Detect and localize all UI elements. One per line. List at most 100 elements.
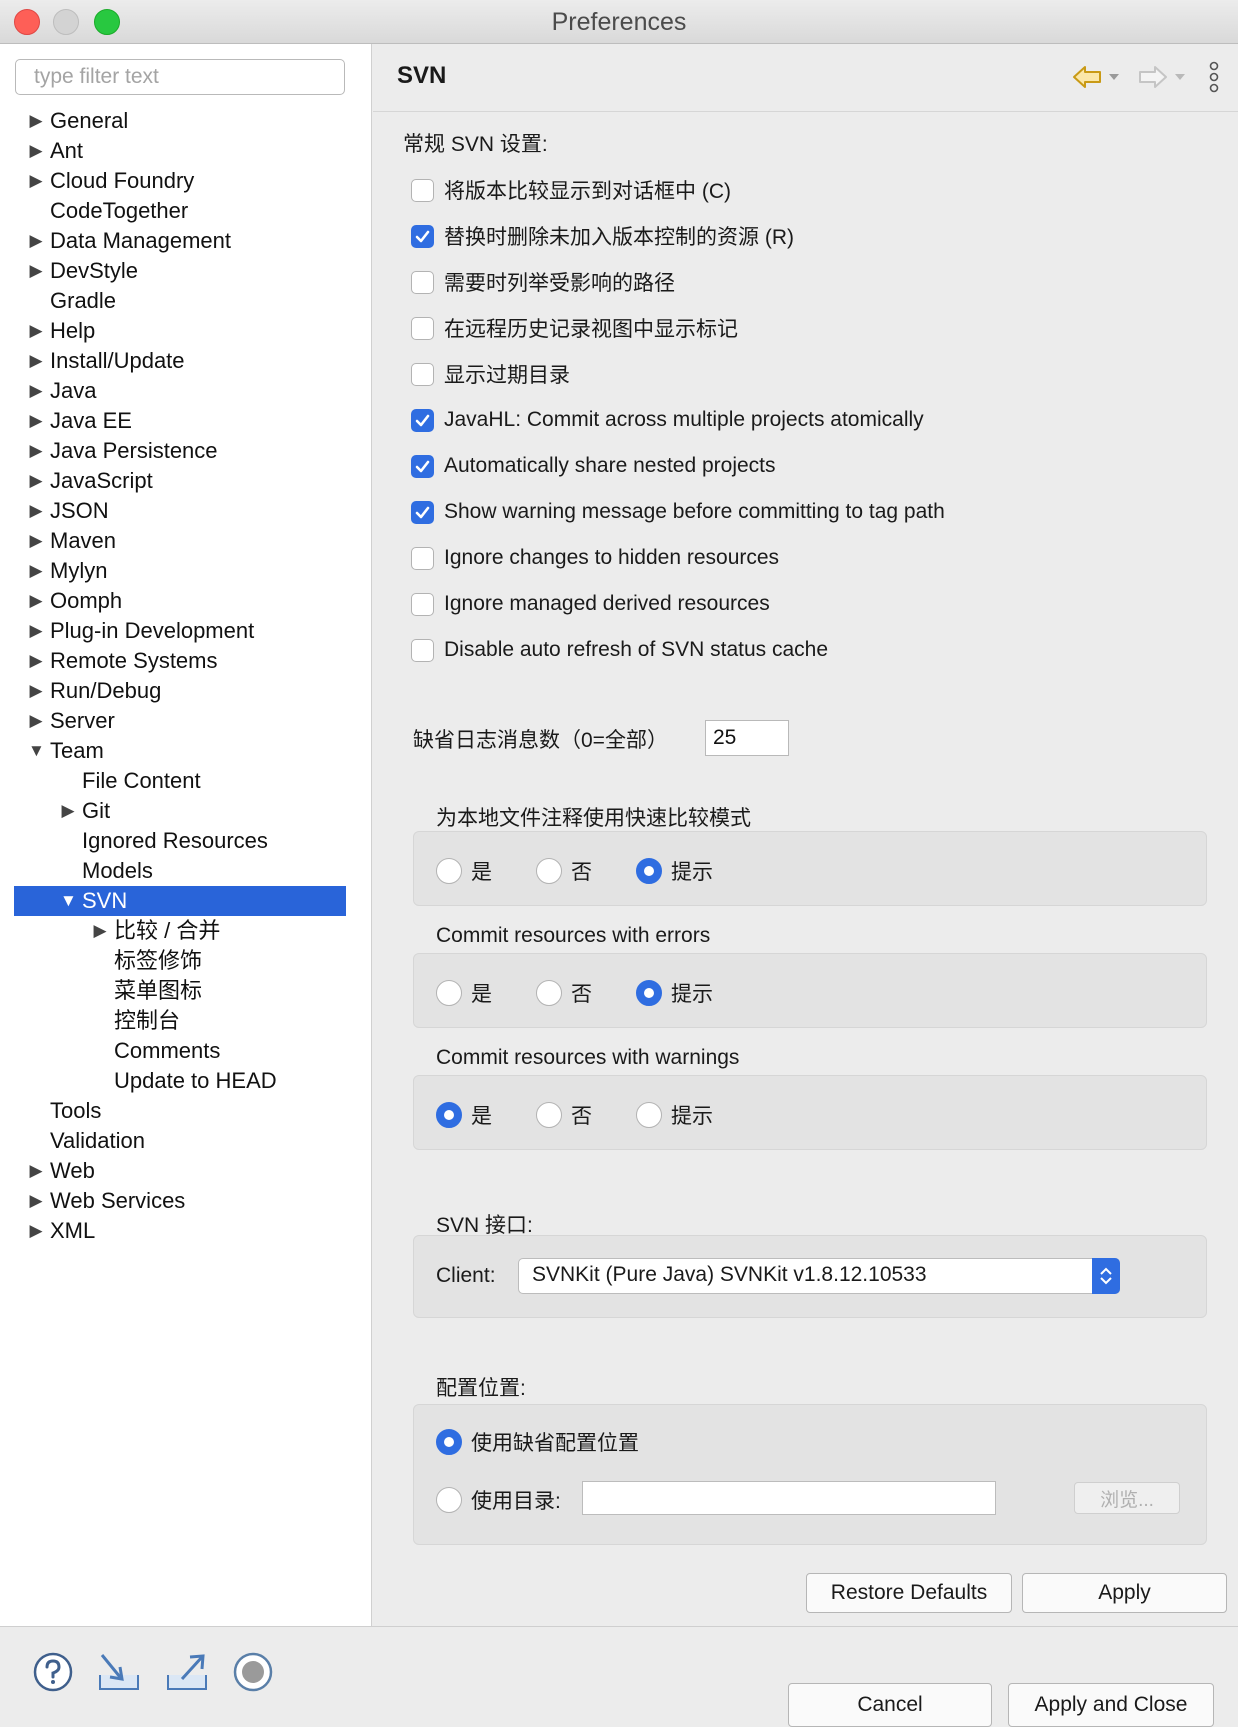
tree-item[interactable]: ▶ Remote Systems <box>14 646 346 676</box>
checkbox-option[interactable]: JavaHL: Commit across multiple projects … <box>411 405 924 435</box>
checkbox[interactable] <box>411 408 434 432</box>
help-icon[interactable] <box>32 1651 74 1699</box>
radio-option[interactable]: 否 <box>536 978 592 1008</box>
collapsed-arrow-icon[interactable]: ▶ <box>28 346 44 376</box>
checkbox[interactable] <box>411 316 434 340</box>
tree-item[interactable]: 菜单图标 <box>14 976 346 1006</box>
checkbox-option[interactable]: Show warning message before committing t… <box>411 497 945 527</box>
collapsed-arrow-icon[interactable]: ▶ <box>28 316 44 346</box>
radio-button[interactable] <box>536 1102 562 1128</box>
tree-item[interactable]: ▶ General <box>14 106 346 136</box>
tree-item[interactable]: ▶ Ant <box>14 136 346 166</box>
collapsed-arrow-icon[interactable]: ▶ <box>28 106 44 136</box>
directory-input[interactable] <box>582 1481 996 1515</box>
checkbox-option[interactable]: Automatically share nested projects <box>411 451 776 481</box>
browse-button[interactable]: 浏览... <box>1074 1482 1180 1514</box>
forward-dropdown-icon[interactable] <box>1174 72 1186 82</box>
collapsed-arrow-icon[interactable]: ▶ <box>92 916 108 946</box>
collapsed-arrow-icon[interactable]: ▶ <box>28 706 44 736</box>
radio-option[interactable]: 提示 <box>636 1100 713 1130</box>
checkbox[interactable] <box>411 224 434 248</box>
cancel-button[interactable]: Cancel <box>788 1683 992 1727</box>
tree-item[interactable]: ▶ Mylyn <box>14 556 346 586</box>
collapsed-arrow-icon[interactable]: ▶ <box>28 1216 44 1246</box>
tree-item[interactable]: ▶ JavaScript <box>14 466 346 496</box>
record-icon[interactable] <box>232 1651 274 1699</box>
checkbox[interactable] <box>411 638 434 662</box>
tree-item[interactable]: 控制台 <box>14 1006 346 1036</box>
radio-option[interactable]: 是 <box>436 856 492 886</box>
checkbox-option[interactable]: Disable auto refresh of SVN status cache <box>411 635 828 665</box>
radio-button[interactable] <box>536 858 562 884</box>
tree-item[interactable]: ▶ Server <box>14 706 346 736</box>
tree-item[interactable]: CodeTogether <box>14 196 346 226</box>
import-icon[interactable] <box>96 1651 142 1699</box>
tree-item[interactable]: Comments <box>14 1036 346 1066</box>
tree-item[interactable]: Models <box>14 856 346 886</box>
tree-item[interactable]: ▶ Cloud Foundry <box>14 166 346 196</box>
tree-item[interactable]: ▶ Help <box>14 316 346 346</box>
collapsed-arrow-icon[interactable]: ▶ <box>28 376 44 406</box>
restore-defaults-button[interactable]: Restore Defaults <box>806 1573 1012 1613</box>
client-select[interactable]: SVNKit (Pure Java) SVNKit v1.8.12.10533 <box>518 1258 1120 1294</box>
checkbox[interactable] <box>411 592 434 616</box>
tree-item[interactable]: ▶ 比较 / 合并 <box>14 916 346 946</box>
tree-item[interactable]: Tools <box>14 1096 346 1126</box>
radio-button[interactable] <box>436 980 462 1006</box>
collapsed-arrow-icon[interactable]: ▶ <box>28 1186 44 1216</box>
collapsed-arrow-icon[interactable]: ▶ <box>28 406 44 436</box>
collapsed-arrow-icon[interactable]: ▶ <box>28 226 44 256</box>
radio-use-directory[interactable]: 使用目录: <box>436 1485 561 1515</box>
collapsed-arrow-icon[interactable]: ▶ <box>28 166 44 196</box>
tree-item[interactable]: ▶ Web Services <box>14 1186 346 1216</box>
collapsed-arrow-icon[interactable]: ▶ <box>28 526 44 556</box>
tree-item[interactable]: ▶ Web <box>14 1156 346 1186</box>
tree-item[interactable]: ▶ JSON <box>14 496 346 526</box>
back-icon[interactable] <box>1072 64 1102 90</box>
tree-item[interactable]: ▶ Data Management <box>14 226 346 256</box>
radio-option[interactable]: 提示 <box>636 856 713 886</box>
checkbox[interactable] <box>411 454 434 478</box>
radio-button[interactable] <box>636 980 662 1006</box>
tree-item[interactable]: 标签修饰 <box>14 946 346 976</box>
collapsed-arrow-icon[interactable]: ▶ <box>60 796 76 826</box>
tree-item[interactable]: ▶ Java Persistence <box>14 436 346 466</box>
tree-item[interactable]: ▶ Plug-in Development <box>14 616 346 646</box>
collapsed-arrow-icon[interactable]: ▶ <box>28 436 44 466</box>
back-dropdown-icon[interactable] <box>1108 72 1120 82</box>
collapsed-arrow-icon[interactable]: ▶ <box>28 616 44 646</box>
radio-button[interactable] <box>436 1102 462 1128</box>
tree-item[interactable]: ▶ Install/Update <box>14 346 346 376</box>
radio-option[interactable]: 是 <box>436 978 492 1008</box>
radio-button[interactable] <box>636 858 662 884</box>
checkbox-option[interactable]: Ignore changes to hidden resources <box>411 543 779 573</box>
collapsed-arrow-icon[interactable]: ▶ <box>28 466 44 496</box>
radio-button[interactable] <box>636 1102 662 1128</box>
checkbox[interactable] <box>411 178 434 202</box>
tree-item[interactable]: ▶ Java EE <box>14 406 346 436</box>
tree-item[interactable]: ▼ Team <box>14 736 346 766</box>
tree-item[interactable]: File Content <box>14 766 346 796</box>
radio-button[interactable] <box>436 858 462 884</box>
tree-item[interactable]: Ignored Resources <box>14 826 346 856</box>
checkbox-option[interactable]: Ignore managed derived resources <box>411 589 770 619</box>
tree-item[interactable]: Gradle <box>14 286 346 316</box>
forward-icon[interactable] <box>1138 64 1168 90</box>
tree-item[interactable]: ▶ Maven <box>14 526 346 556</box>
expanded-arrow-icon[interactable]: ▼ <box>28 736 45 766</box>
tree-item[interactable]: ▶ Java <box>14 376 346 406</box>
checkbox[interactable] <box>411 270 434 294</box>
radio-option[interactable]: 是 <box>436 1100 492 1130</box>
more-options-icon[interactable] <box>1208 61 1220 93</box>
checkbox[interactable] <box>411 546 434 570</box>
radio-option[interactable]: 提示 <box>636 978 713 1008</box>
expanded-arrow-icon[interactable]: ▼ <box>60 886 77 916</box>
tree-item[interactable]: Update to HEAD <box>14 1066 346 1096</box>
checkbox-option[interactable]: 将版本比较显示到对话框中 (C) <box>411 175 731 205</box>
apply-and-close-button[interactable]: Apply and Close <box>1008 1683 1214 1727</box>
filter-input[interactable] <box>15 59 345 95</box>
collapsed-arrow-icon[interactable]: ▶ <box>28 676 44 706</box>
collapsed-arrow-icon[interactable]: ▶ <box>28 136 44 166</box>
checkbox-option[interactable]: 显示过期目录 <box>411 359 570 389</box>
checkbox[interactable] <box>411 500 434 524</box>
